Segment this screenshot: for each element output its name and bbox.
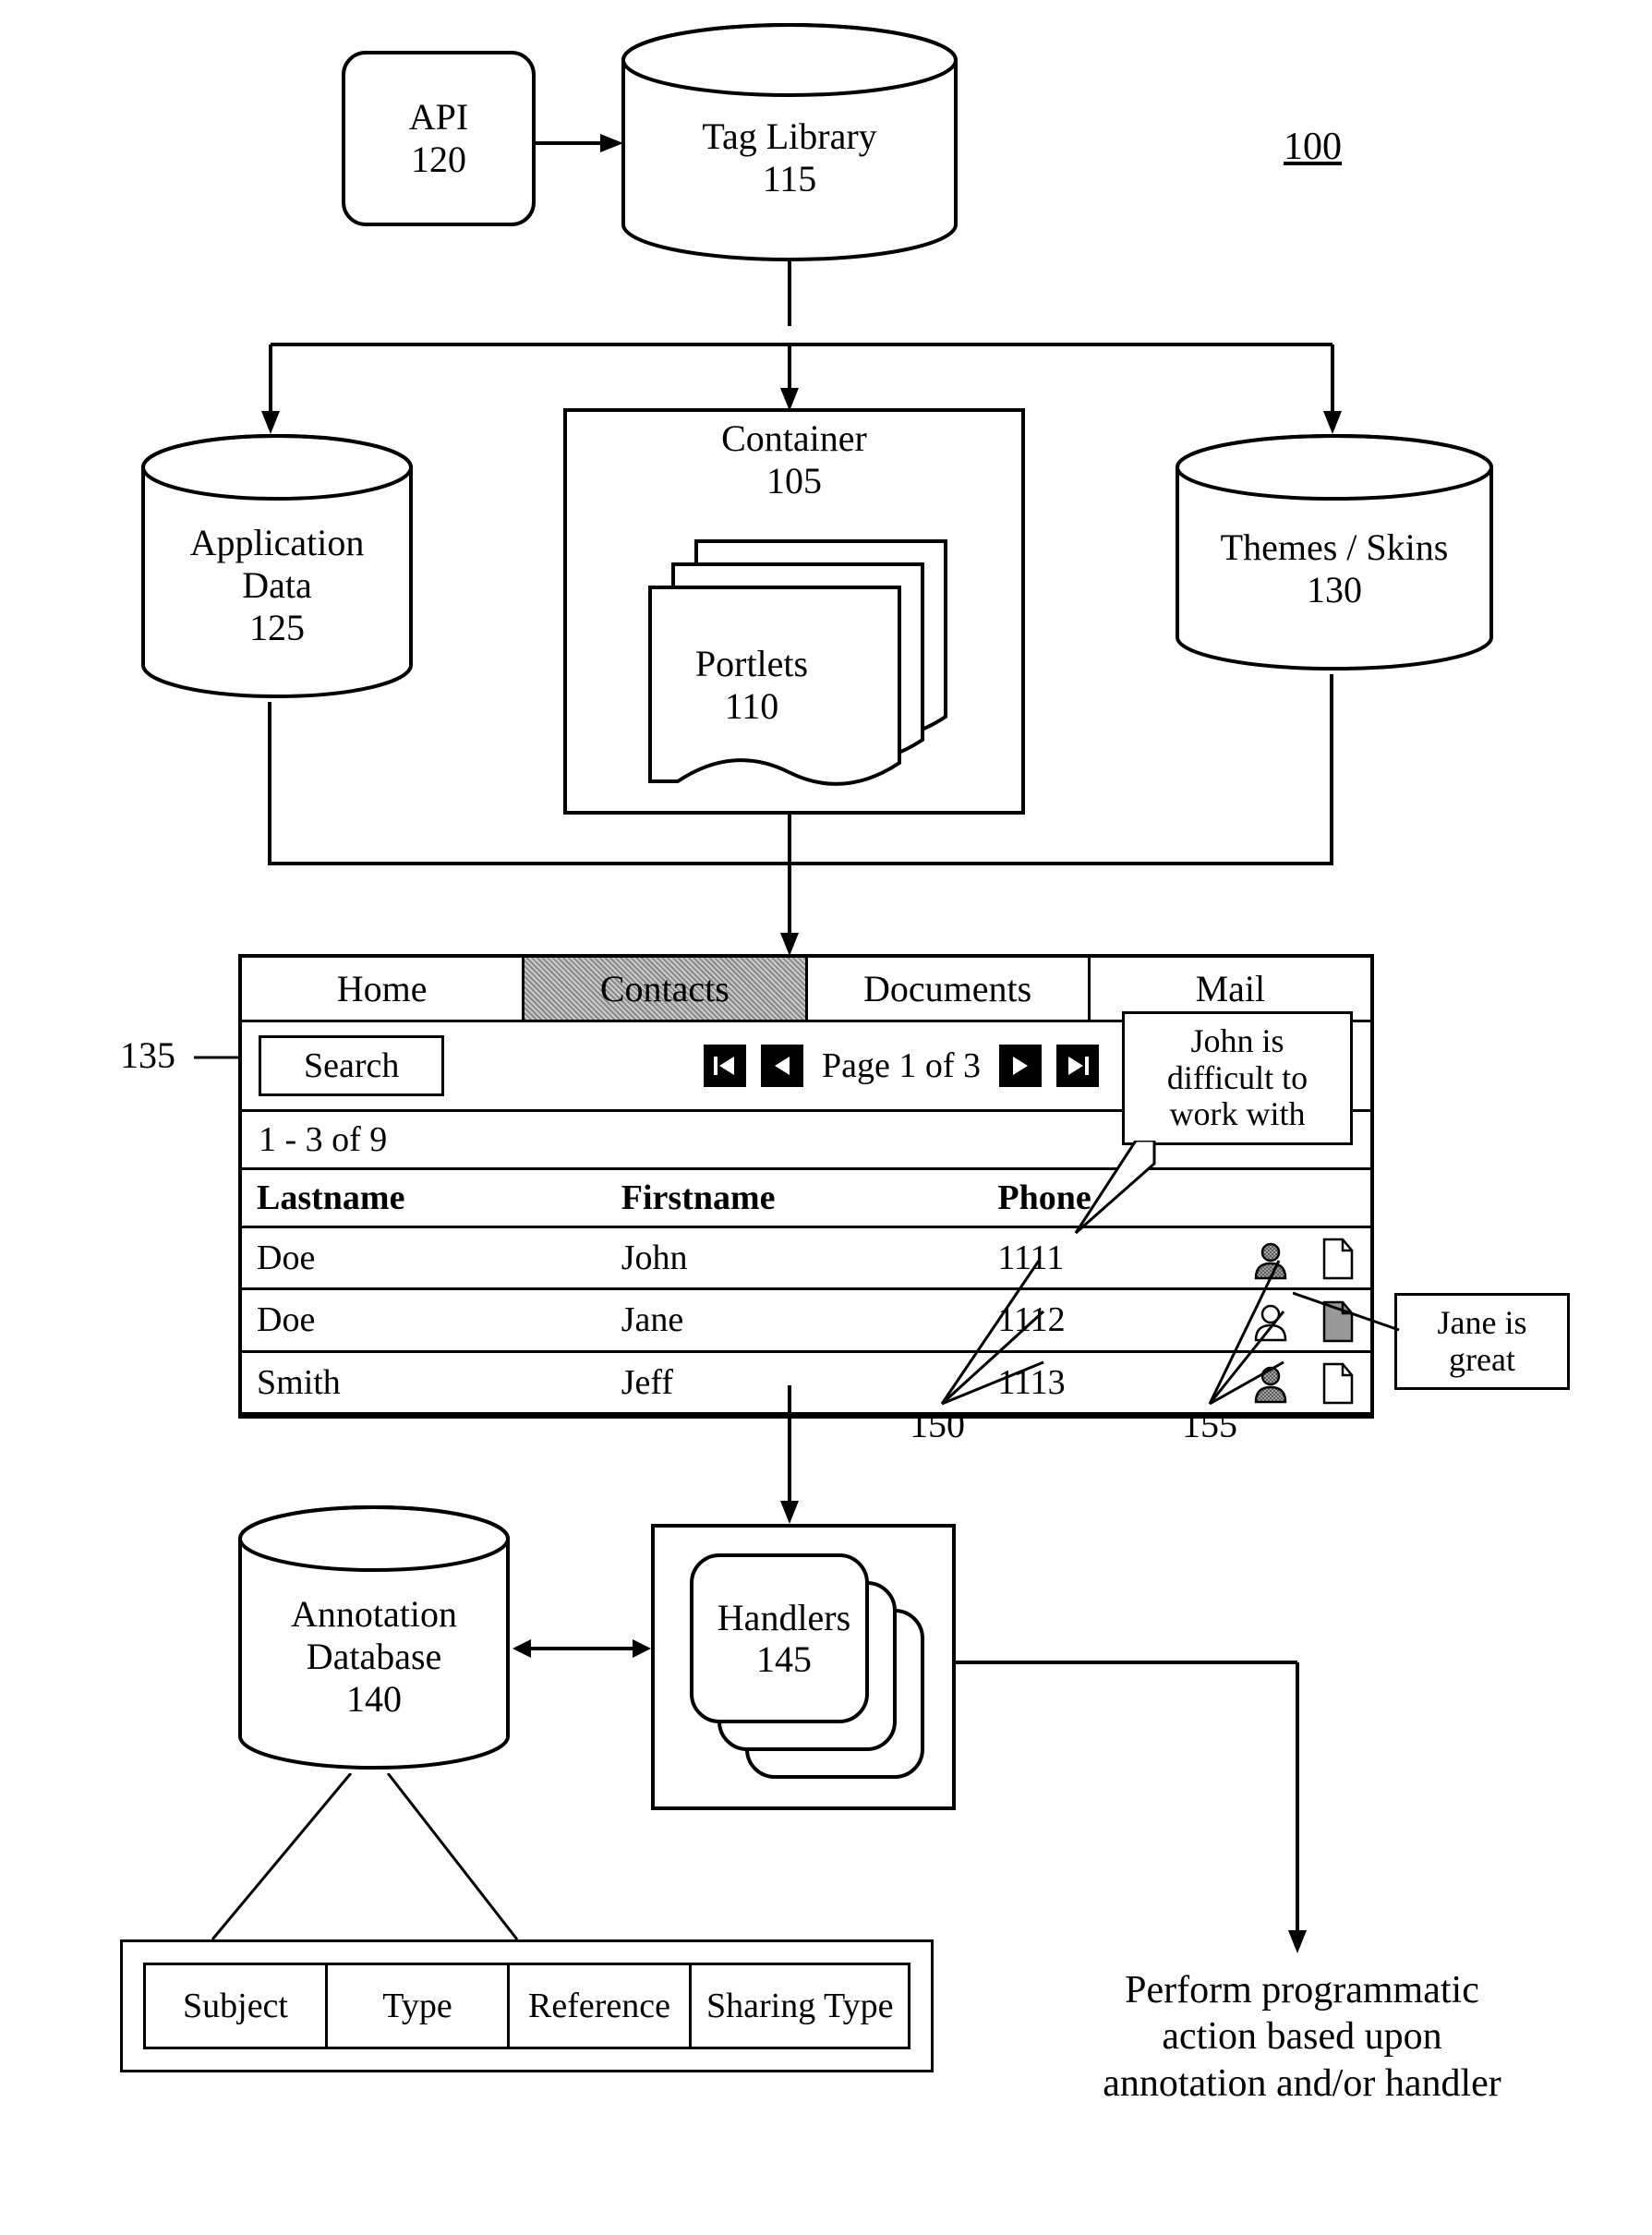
cell-lastname: Doe bbox=[242, 1289, 607, 1351]
db-schema-lines bbox=[203, 1773, 526, 1949]
appdata-label2: Data bbox=[139, 564, 416, 607]
themes-num: 130 bbox=[1173, 569, 1496, 611]
api-num: 120 bbox=[411, 139, 466, 181]
arrow-handlers-action bbox=[956, 1653, 1325, 1958]
tab-mail[interactable]: Mail bbox=[1091, 958, 1370, 1020]
schema-type: Type bbox=[325, 1963, 510, 2049]
tab-contacts[interactable]: Contacts bbox=[525, 958, 807, 1020]
action-l2: action based upon bbox=[1043, 2013, 1561, 2060]
schema-sharing: Sharing Type bbox=[689, 1963, 910, 2049]
schema-subject: Subject bbox=[143, 1963, 328, 2049]
taglib-num: 115 bbox=[619, 158, 960, 200]
tag-library-cylinder: Tag Library 115 bbox=[619, 23, 960, 263]
annodb-label2: Database bbox=[235, 1636, 512, 1678]
callout-jane: Jane is great bbox=[1394, 1293, 1570, 1390]
handlers-num: 145 bbox=[701, 1638, 867, 1681]
document-icon[interactable] bbox=[1320, 1238, 1356, 1280]
arrow-db-handlers bbox=[512, 1635, 651, 1662]
arrow-to-themes bbox=[1319, 337, 1346, 434]
arrow-to-portal bbox=[776, 864, 803, 956]
taglib-label: Tag Library bbox=[619, 115, 960, 158]
line-appdata-down bbox=[265, 702, 274, 864]
pager-first[interactable] bbox=[704, 1045, 746, 1087]
tab-home[interactable]: Home bbox=[242, 958, 525, 1020]
annodb-label1: Annotation bbox=[235, 1593, 512, 1636]
arrow-taglib-down bbox=[776, 261, 803, 344]
pager-text: Page 1 of 3 bbox=[822, 1045, 981, 1086]
portal-ref-line bbox=[194, 1053, 240, 1062]
tab-documents[interactable]: Documents bbox=[808, 958, 1091, 1020]
portal-ref: 135 bbox=[120, 1034, 175, 1077]
api-label: API bbox=[409, 96, 468, 139]
pager-prev[interactable] bbox=[761, 1045, 803, 1087]
arrow-portal-handlers bbox=[776, 1385, 803, 1524]
search-button[interactable]: Search bbox=[259, 1035, 444, 1096]
pager-next[interactable] bbox=[999, 1045, 1042, 1087]
arrow-to-container bbox=[776, 337, 803, 411]
appdata-num: 125 bbox=[139, 607, 416, 649]
handlers-label: Handlers bbox=[701, 1597, 867, 1639]
figure-reference: 100 bbox=[1284, 125, 1342, 169]
cell-lastname: Smith bbox=[242, 1351, 607, 1413]
container-num: 105 bbox=[567, 460, 1021, 502]
action-l3: annotation and/or handler bbox=[1043, 2060, 1561, 2107]
schema-reference: Reference bbox=[507, 1963, 692, 2049]
cell-lastname: Doe bbox=[242, 1227, 607, 1289]
ref-155: 155 bbox=[1182, 1404, 1237, 1446]
container-block: Container 105 Portlets 110 bbox=[563, 408, 1025, 815]
themes-cylinder: Themes / Skins 130 bbox=[1173, 434, 1496, 674]
portlets-num: 110 bbox=[659, 685, 844, 728]
callout-john-text: John is difficult to work with bbox=[1167, 1022, 1308, 1132]
action-l1: Perform programmatic bbox=[1043, 1967, 1561, 2013]
callout-john-tail bbox=[1067, 1141, 1159, 1242]
col-firstname: Firstname bbox=[607, 1170, 983, 1227]
document-icon[interactable] bbox=[1320, 1362, 1356, 1405]
ref-150-lines bbox=[914, 1256, 1062, 1413]
arrow-to-appdata bbox=[257, 337, 284, 434]
themes-label: Themes / Skins bbox=[1173, 526, 1496, 569]
col-lastname: Lastname bbox=[242, 1170, 607, 1227]
line-themes-down bbox=[1327, 674, 1336, 864]
pager-last[interactable] bbox=[1056, 1045, 1099, 1087]
application-data-cylinder: Application Data 125 bbox=[139, 434, 416, 702]
handlers-block: Handlers 145 bbox=[651, 1524, 956, 1810]
ref-150: 150 bbox=[910, 1404, 965, 1446]
callout-jane-tail bbox=[1293, 1288, 1404, 1344]
callout-jane-text: Jane is great bbox=[1438, 1304, 1527, 1378]
annodb-num: 140 bbox=[235, 1678, 512, 1721]
api-block: API 120 bbox=[342, 51, 536, 226]
ref-155-lines bbox=[1182, 1256, 1302, 1413]
action-text: Perform programmatic action based upon a… bbox=[1043, 1967, 1561, 2107]
arrow-api-taglib bbox=[536, 129, 623, 157]
annotation-db-cylinder: Annotation Database 140 bbox=[235, 1505, 512, 1773]
container-label: Container bbox=[567, 417, 1021, 460]
schema-block: Subject Type Reference Sharing Type bbox=[120, 1939, 934, 2072]
appdata-label1: Application bbox=[139, 522, 416, 564]
portlets-label: Portlets bbox=[659, 643, 844, 685]
callout-john: John is difficult to work with bbox=[1122, 1011, 1353, 1145]
